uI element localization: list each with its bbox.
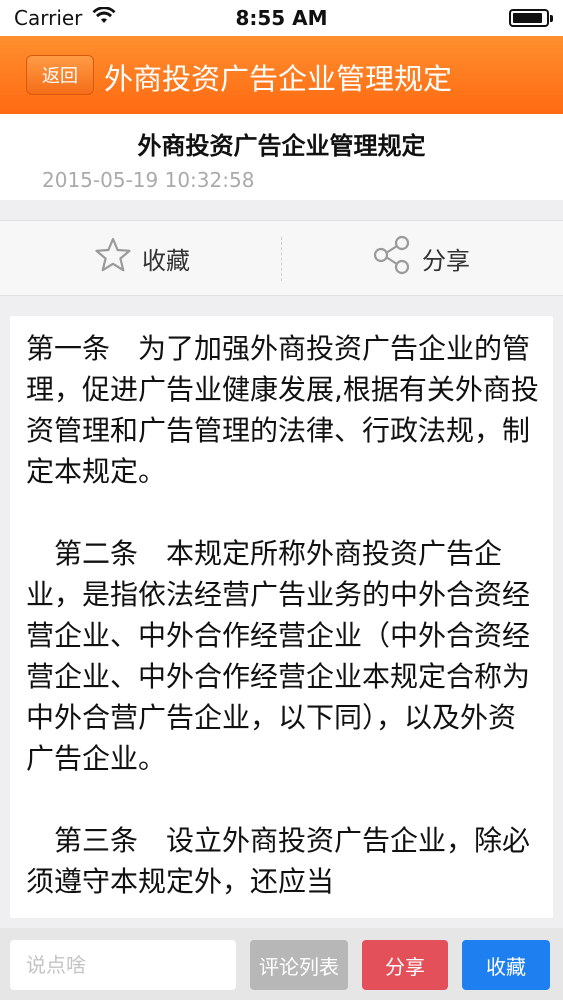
share-action-label: 分享	[422, 246, 470, 275]
nav-title: 外商投资广告企业管理规定	[104, 62, 453, 96]
share-button[interactable]: 分享	[362, 940, 448, 990]
status-bar: Carrier 8:55 AM	[0, 0, 563, 36]
battery-icon	[509, 9, 553, 27]
favorite-action-label: 收藏	[142, 246, 190, 275]
article-title: 外商投资广告企业管理规定	[137, 132, 426, 160]
article-paragraph: 第三条 设立外商投资广告企业，除必须遵守本规定外，还应当	[26, 824, 531, 898]
share-nodes-icon	[372, 235, 412, 281]
back-button[interactable]: 返回	[26, 55, 94, 95]
bottom-toolbar: 评论列表 分享 收藏	[0, 928, 563, 1000]
comment-input[interactable]	[10, 940, 236, 990]
nav-bar: 返回 外商投资广告企业管理规定	[0, 36, 563, 114]
action-divider	[281, 237, 282, 281]
article-body-inner: 第一条 为了加强外商投资广告企业的管理，促进广告业健康发展,根据有关外商投资管理…	[10, 316, 553, 902]
favorite-button[interactable]: 收藏	[462, 940, 550, 990]
article-paragraph: 第二条 本规定所称外商投资广告企业，是指依法经营广告业务的中外合资经营企业、中外…	[26, 537, 531, 775]
article-body[interactable]: 第一条 为了加强外商投资广告企业的管理，促进广告业健康发展,根据有关外商投资管理…	[10, 316, 553, 918]
favorite-action[interactable]: 收藏	[94, 221, 190, 295]
star-outline-icon	[94, 237, 132, 279]
action-bar: 收藏 分享	[0, 220, 563, 296]
article-date: 2015-05-19 10:32:58	[42, 168, 255, 192]
comment-list-button[interactable]: 评论列表	[250, 940, 348, 990]
article-paragraph: 第一条 为了加强外商投资广告企业的管理，促进广告业健康发展,根据有关外商投资管理…	[26, 332, 539, 488]
battery-fill	[513, 13, 542, 23]
back-button-label: 返回	[42, 66, 78, 87]
share-action[interactable]: 分享	[372, 221, 470, 295]
article-header: 外商投资广告企业管理规定 2015-05-19 10:32:58	[0, 114, 563, 200]
status-time: 8:55 AM	[235, 6, 328, 30]
